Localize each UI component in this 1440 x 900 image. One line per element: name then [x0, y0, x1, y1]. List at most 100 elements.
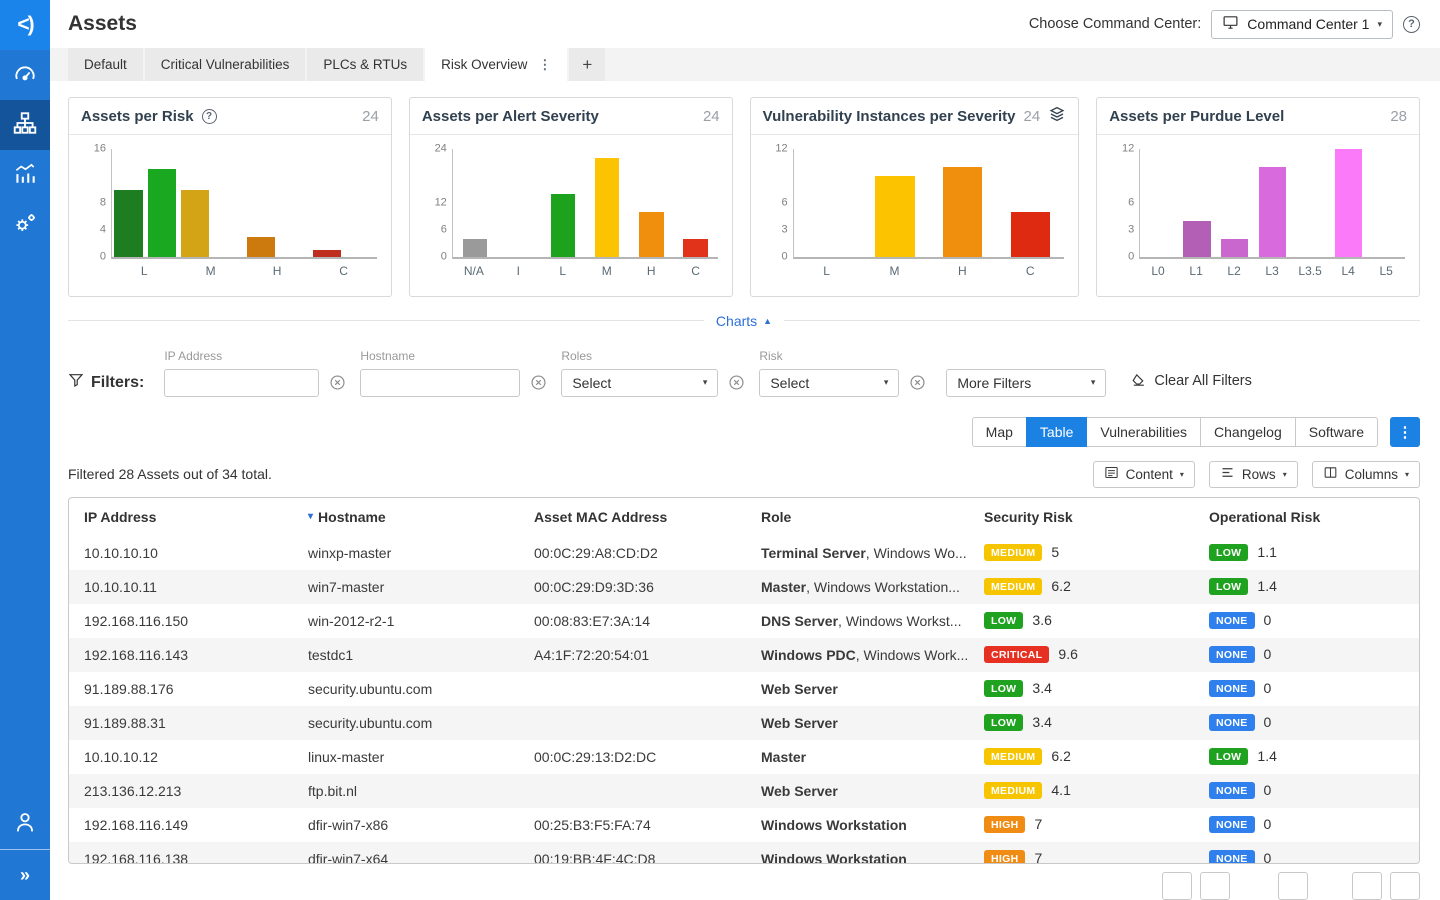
- cell-security-risk: CRITICAL9.6: [984, 646, 1209, 664]
- table-row[interactable]: 10.10.10.12linux-master00:0C:29:13:D2:DC…: [69, 740, 1419, 774]
- x-axis-tick-label: L2: [1227, 264, 1240, 278]
- sidebar-item-reports[interactable]: [0, 150, 50, 200]
- tab-risk-overview[interactable]: Risk Overview⋮: [425, 48, 567, 81]
- sort-desc-icon[interactable]: ▾: [308, 511, 313, 522]
- table-menu-button[interactable]: ⋮: [1390, 417, 1420, 447]
- charts-collapse-toggle[interactable]: Charts ▲: [704, 313, 784, 329]
- view-tab-changelog[interactable]: Changelog: [1200, 417, 1296, 447]
- more-filters-select[interactable]: More Filters ▾: [946, 369, 1106, 397]
- table-row[interactable]: 10.10.10.11win7-master00:0C:29:D9:3D:36M…: [69, 570, 1419, 604]
- columns-button[interactable]: Columns▾: [1312, 461, 1420, 488]
- content-button[interactable]: Content▾: [1093, 461, 1195, 488]
- help-icon[interactable]: ?: [1403, 16, 1420, 33]
- command-center-dropdown[interactable]: Command Center 1 ▾: [1211, 10, 1393, 39]
- roles-select[interactable]: Select ▾: [561, 369, 718, 397]
- eraser-icon: [1130, 371, 1147, 392]
- layers-icon[interactable]: [1048, 105, 1066, 128]
- chart-bar[interactable]: [1259, 167, 1286, 257]
- chevron-down-icon: ▾: [1283, 470, 1287, 479]
- chart-bar[interactable]: [639, 212, 663, 257]
- filter-field-roles: Roles Select ▾: [561, 349, 718, 397]
- table-row[interactable]: 192.168.116.143testdc1A4:1F:72:20:54:01W…: [69, 638, 1419, 672]
- charts-collapse-label: Charts: [716, 313, 757, 329]
- operational-risk-score: 1.4: [1257, 578, 1276, 594]
- chart-bar[interactable]: [1221, 239, 1248, 257]
- pagination-button[interactable]: [1390, 872, 1420, 900]
- sidebar-item-dashboard[interactable]: [0, 50, 50, 100]
- help-icon[interactable]: ?: [202, 109, 217, 124]
- chart-bar[interactable]: [463, 239, 487, 257]
- pagination-button[interactable]: [1200, 872, 1230, 900]
- clear-risk-filter-icon[interactable]: [909, 374, 926, 391]
- table-body: 10.10.10.10winxp-master00:0C:29:A8:CD:D2…: [69, 536, 1419, 864]
- app-logo[interactable]: <): [0, 0, 50, 50]
- risk-select[interactable]: Select ▾: [759, 369, 899, 397]
- y-axis-tick-label: 3: [756, 224, 788, 236]
- column-header-security-risk[interactable]: Security Risk: [984, 509, 1209, 525]
- view-tab-table[interactable]: Table: [1026, 417, 1087, 447]
- cell-security-risk: MEDIUM5: [984, 544, 1209, 562]
- sidebar-expand-button[interactable]: »: [0, 850, 50, 900]
- chart-bar[interactable]: [1183, 221, 1210, 257]
- chart-bar[interactable]: [114, 190, 142, 258]
- pagination-button[interactable]: [1278, 872, 1308, 900]
- chart-bar[interactable]: [181, 190, 209, 258]
- ip-address-input[interactable]: [164, 369, 319, 397]
- cell-role: Web Server: [761, 715, 984, 731]
- clear-hostname-filter-icon[interactable]: [530, 374, 547, 391]
- tab-plcs-rtus[interactable]: PLCs & RTUs: [307, 48, 423, 81]
- sidebar-item-settings[interactable]: [0, 200, 50, 250]
- clear-roles-filter-icon[interactable]: [728, 374, 745, 391]
- tab-kebab-icon[interactable]: ⋮: [538, 57, 551, 73]
- chart-bar[interactable]: [551, 194, 575, 257]
- role-primary: Master: [761, 749, 806, 765]
- pagination-button[interactable]: [1162, 872, 1192, 900]
- table-row[interactable]: 91.189.88.176security.ubuntu.comWeb Serv…: [69, 672, 1419, 706]
- view-tab-vulnerabilities[interactable]: Vulnerabilities: [1086, 417, 1201, 447]
- chart-bar[interactable]: [313, 250, 341, 257]
- table-row[interactable]: 192.168.116.150win-2012-r2-100:08:83:E7:…: [69, 604, 1419, 638]
- column-header-role[interactable]: Role: [761, 509, 984, 525]
- table-row[interactable]: 10.10.10.10winxp-master00:0C:29:A8:CD:D2…: [69, 536, 1419, 570]
- table-row[interactable]: 192.168.116.138dfir-win7-x6400:19:BB:4F:…: [69, 842, 1419, 864]
- tab-critical-vulnerabilities[interactable]: Critical Vulnerabilities: [145, 48, 306, 81]
- clear-all-filters-button[interactable]: Clear All Filters: [1130, 371, 1252, 392]
- table-row[interactable]: 91.189.88.31security.ubuntu.comWeb Serve…: [69, 706, 1419, 740]
- column-header-asset-mac-address[interactable]: Asset MAC Address: [534, 509, 761, 525]
- x-axis-tick-label: L3: [1265, 264, 1278, 278]
- column-header-hostname[interactable]: ▾Hostname: [308, 509, 534, 525]
- tab-default[interactable]: Default: [68, 48, 143, 81]
- chart-bar[interactable]: [247, 237, 275, 257]
- pagination-button[interactable]: [1352, 872, 1382, 900]
- assets-table: IP Address▾HostnameAsset MAC AddressRole…: [68, 497, 1420, 864]
- chart-bar[interactable]: [683, 239, 707, 257]
- chart-bar[interactable]: [595, 158, 619, 257]
- chart-plot: 12630: [793, 149, 1065, 259]
- rows-label: Rows: [1242, 467, 1276, 482]
- view-tab-software[interactable]: Software: [1295, 417, 1378, 447]
- x-axis-labels: N/AILMHC: [452, 259, 718, 281]
- x-axis-tick-label: H: [958, 264, 967, 278]
- cell-operational-risk: NONE0: [1209, 782, 1419, 800]
- hostname-input[interactable]: [360, 369, 520, 397]
- x-axis-labels: L0L1L2L3L3.5L4L5: [1139, 259, 1405, 281]
- sidebar-item-user[interactable]: [0, 799, 50, 849]
- clear-ip-filter-icon[interactable]: [329, 374, 346, 391]
- column-header-operational-risk[interactable]: Operational Risk: [1209, 509, 1419, 525]
- rows-button[interactable]: Rows ▾: [1209, 461, 1298, 488]
- cell-hostname: security.ubuntu.com: [308, 681, 534, 697]
- chart-bar[interactable]: [875, 176, 914, 257]
- column-header-ip-address[interactable]: IP Address: [84, 509, 308, 525]
- view-tab-map[interactable]: Map: [972, 417, 1027, 447]
- chart-bar[interactable]: [943, 167, 982, 257]
- sidebar-item-assets[interactable]: [0, 100, 50, 150]
- table-row[interactable]: 192.168.116.149dfir-win7-x8600:25:B3:F5:…: [69, 808, 1419, 842]
- role-secondary: , Windows Work...: [856, 647, 969, 663]
- chart-bar[interactable]: [1011, 212, 1050, 257]
- table-row[interactable]: 213.136.12.213ftp.bit.nlWeb ServerMEDIUM…: [69, 774, 1419, 808]
- operational-risk-badge: NONE: [1209, 714, 1255, 731]
- chart-bar[interactable]: [1335, 149, 1362, 257]
- add-tab-button[interactable]: +: [569, 48, 605, 81]
- chart-bar[interactable]: [148, 169, 176, 257]
- operational-risk-badge: LOW: [1209, 578, 1248, 595]
